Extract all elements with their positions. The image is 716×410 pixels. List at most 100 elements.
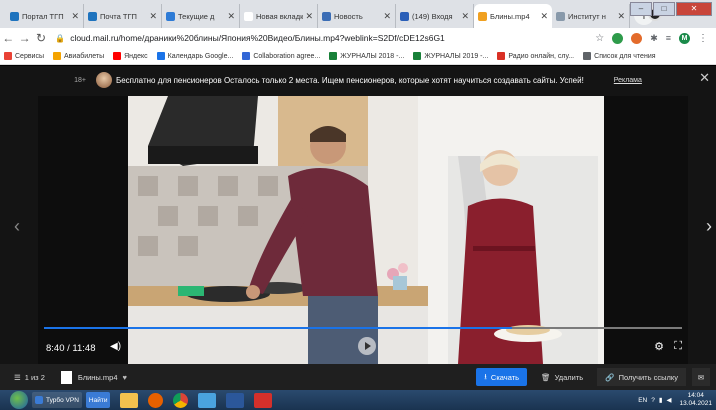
link-icon: 🔗 <box>605 372 615 382</box>
get-link-button[interactable]: 🔗 Получить ссылку <box>597 368 686 386</box>
bookmark-item[interactable]: ЖУРНАЛЫ 2018 -... <box>329 52 404 60</box>
tab-label: Почта ТГП <box>100 11 137 21</box>
page-content: 18+ Бесплатно для пенсионеров Осталось т… <box>0 66 716 364</box>
video-player[interactable] <box>38 96 688 364</box>
bookmark-item[interactable]: Календарь Google... <box>156 52 233 60</box>
bookmark-icon <box>53 52 62 60</box>
page-counter[interactable]: ☰ 1 из 2 <box>14 373 45 382</box>
url-text: cloud.mail.ru/home/дpaники%20блины/Япони… <box>70 33 445 43</box>
bookmark-label: Список для чтения <box>594 52 656 60</box>
tab-favicon-icon <box>244 11 253 21</box>
tab-close-icon[interactable]: ✕ <box>461 11 469 22</box>
ad-link[interactable]: Реклама <box>614 77 642 84</box>
minimize-button[interactable]: – <box>630 2 652 16</box>
tab-close-icon[interactable]: ✕ <box>71 11 79 22</box>
menu-icon[interactable]: ⋮ <box>698 33 708 44</box>
volume-icon[interactable]: ◀) <box>110 341 121 352</box>
browser-tab[interactable]: Портал ТГП ✕ <box>6 4 84 28</box>
tab-close-icon[interactable]: ✕ <box>305 11 313 22</box>
tab-close-icon[interactable]: ✕ <box>149 11 157 22</box>
video-frame <box>128 96 604 364</box>
taskbar: Турбо VPN Найти EN ? ▮ ◀ 14:04 13.04.202… <box>0 390 716 410</box>
extension-orange-icon[interactable] <box>631 32 643 44</box>
bookmark-item[interactable]: Collaboration agree... <box>242 52 320 60</box>
next-arrow-icon[interactable]: › <box>706 216 712 237</box>
search-button[interactable]: Найти <box>85 392 111 408</box>
word-icon[interactable] <box>226 392 245 408</box>
fullscreen-icon[interactable]: ⛶ <box>674 340 682 353</box>
start-button[interactable] <box>10 391 28 409</box>
bookmark-label: ЖУРНАЛЫ 2019 -... <box>424 52 489 60</box>
download-label: Скачать <box>490 372 520 382</box>
play-button[interactable] <box>358 337 376 355</box>
prev-arrow-icon[interactable]: ‹ <box>14 216 20 237</box>
browser-tab[interactable]: Блины.mp4 ✕ <box>474 4 552 28</box>
volume-tray-icon[interactable]: ◀ <box>666 396 671 404</box>
ad-banner[interactable]: 18+ Бесплатно для пенсионеров Осталось т… <box>0 66 716 94</box>
bookmark-item[interactable]: Авиабилеты <box>53 52 104 60</box>
reload-icon[interactable]: ↻ <box>33 31 49 45</box>
bookmark-label: Сервисы <box>15 52 45 60</box>
delete-button[interactable]: 🗑 Удалить <box>541 373 583 382</box>
url-field[interactable]: 🔒 cloud.mail.ru/home/дpaники%20блины/Япо… <box>55 30 596 46</box>
bookmark-label: Авиабилеты <box>64 52 105 60</box>
folder-icon[interactable] <box>120 392 139 408</box>
close-icon[interactable]: ✕ <box>699 70 710 86</box>
bookmark-icon <box>583 52 592 60</box>
clock-date: 13.04.2021 <box>679 400 712 407</box>
mail-app-icon[interactable] <box>198 392 217 408</box>
help-icon[interactable]: ? <box>651 397 655 404</box>
browser-tab[interactable]: Текущие д ✕ <box>162 4 240 28</box>
browser-tab[interactable]: Новость ✕ <box>318 4 396 28</box>
tab-label: Новая вкладка <box>256 11 304 21</box>
extension-green-icon[interactable] <box>612 32 624 44</box>
download-icon: ⭳ <box>484 371 487 381</box>
firefox-icon[interactable] <box>148 392 164 408</box>
page-counter-text: 1 из 2 <box>24 372 45 382</box>
browser-tab[interactable]: Новая вкладка ✕ <box>240 4 318 28</box>
ad-age-label: 18+ <box>74 76 86 84</box>
acrobat-icon[interactable] <box>254 392 273 408</box>
clock[interactable]: 14:04 13.04.2021 <box>679 392 712 408</box>
bookmark-item[interactable]: ЖУРНАЛЫ 2019 -... <box>413 52 488 60</box>
tab-favicon-icon <box>556 11 565 21</box>
account-avatar-icon[interactable]: M <box>679 32 690 44</box>
language-indicator[interactable]: EN <box>638 397 647 404</box>
seek-bar-fill <box>44 327 512 329</box>
back-icon[interactable]: ← <box>0 31 16 45</box>
tab-label: Текущие д <box>178 11 215 21</box>
star-icon[interactable]: ☆ <box>595 33 604 44</box>
browser-tab[interactable]: (149) Входя ✕ <box>396 4 474 28</box>
bookmark-label: Яндекс <box>124 52 148 60</box>
reading-list-icon[interactable]: ≡ <box>666 33 671 43</box>
tab-favicon-icon <box>10 11 19 21</box>
tab-label: (149) Входя <box>412 11 453 21</box>
list-icon: ☰ <box>14 372 21 382</box>
tab-close-icon[interactable]: ✕ <box>617 11 625 22</box>
gear-icon[interactable]: ⚙ <box>654 340 664 353</box>
tab-close-icon[interactable]: ✕ <box>540 11 548 22</box>
bookmark-item[interactable]: Список для чтения <box>583 52 656 60</box>
clock-time: 14:04 <box>687 392 704 399</box>
vpn-app[interactable]: Турбо VPN <box>32 392 82 408</box>
bookmark-label: ЖУРНАЛЫ 2018 -... <box>340 52 405 60</box>
window-close-button[interactable]: ✕ <box>676 2 712 16</box>
seek-bar[interactable] <box>44 327 682 329</box>
mail-icon[interactable]: ✉ <box>692 368 710 386</box>
forward-icon[interactable]: → <box>16 31 32 45</box>
browser-tab[interactable]: Почта ТГП ✕ <box>84 4 162 28</box>
browser-tab[interactable]: Институт н ✕ <box>552 4 630 28</box>
puzzle-icon[interactable]: ✱ <box>650 33 658 44</box>
tab-close-icon[interactable]: ✕ <box>227 11 235 22</box>
tab-close-icon[interactable]: ✕ <box>383 11 391 22</box>
bookmark-item[interactable]: Сервисы <box>4 52 44 60</box>
maximize-button[interactable]: □ <box>653 2 675 16</box>
bookmark-item[interactable]: Яндекс <box>113 52 148 60</box>
chrome-icon[interactable] <box>173 392 189 408</box>
heart-icon[interactable]: ♥ <box>122 373 126 382</box>
file-name: Блины.mp4 <box>77 372 118 382</box>
bookmark-item[interactable]: Радио онлайн, слу... <box>497 52 574 60</box>
delete-label: Удалить <box>554 372 584 382</box>
download-button[interactable]: ⭳ Скачать <box>476 368 528 386</box>
network-icon[interactable]: ▮ <box>659 396 663 404</box>
